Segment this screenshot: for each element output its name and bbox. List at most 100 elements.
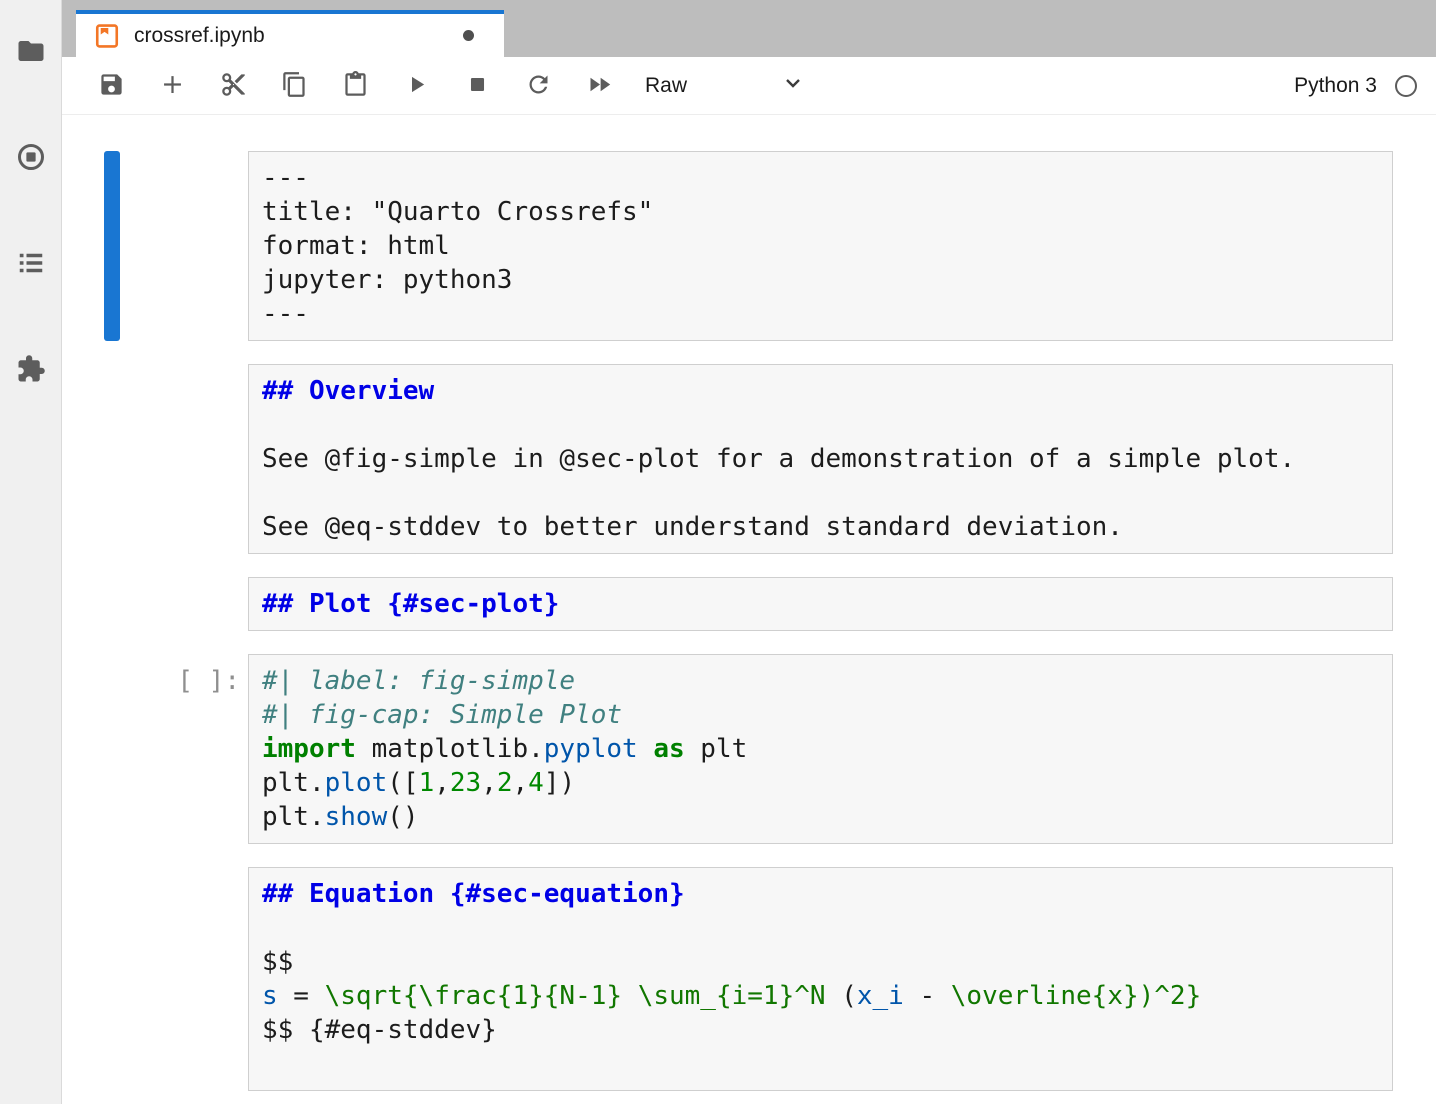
code-token: title: "Quarto Crossrefs" <box>262 197 653 227</box>
notebook-cells: --- title: "Quarto Crossrefs" format: html… <box>62 115 1436 1104</box>
cell-type-dropdown[interactable]: Raw <box>645 71 805 101</box>
sidebar-item-extension-manager[interactable] <box>13 352 49 388</box>
cell-editor[interactable]: ## Plot {#sec-plot} <box>248 577 1393 631</box>
kernel-status-icon[interactable] <box>1395 75 1417 97</box>
cell-prompt <box>120 364 248 554</box>
plus-icon <box>159 71 186 101</box>
code-line: format: html <box>262 229 1386 263</box>
code-token: plt. <box>262 802 325 832</box>
folder-icon <box>16 36 46 69</box>
code-line: ## Overview <box>262 374 1386 408</box>
list-icon <box>16 248 46 281</box>
cell-collapser[interactable] <box>104 151 120 341</box>
notebook-cell-markdown: ## Equation {#sec-equation} $$s = \sqrt{… <box>104 867 1393 1091</box>
cell-editor[interactable]: ## Equation {#sec-equation} $$s = \sqrt{… <box>248 867 1393 1091</box>
code-token: \overline{x})^2} <box>951 981 1201 1011</box>
code-token: 2 <box>497 768 513 798</box>
cell-collapser[interactable] <box>104 654 120 844</box>
code-token: ## Overview <box>262 376 434 406</box>
code-token: See @eq-stddev to better understand stan… <box>262 512 1123 542</box>
scissors-icon <box>220 71 247 101</box>
cell-prompt <box>120 151 248 341</box>
code-token: - <box>904 981 951 1011</box>
copy-cells-button[interactable] <box>279 71 309 101</box>
tab-crossref-ipynb[interactable]: crossref.ipynb <box>76 10 504 57</box>
unsaved-indicator[interactable] <box>463 30 474 41</box>
cell-collapser[interactable] <box>104 577 120 631</box>
code-token: plot <box>325 768 388 798</box>
interrupt-kernel-button[interactable] <box>462 71 492 101</box>
notebook-icon <box>94 23 120 49</box>
code-token: s <box>262 981 278 1011</box>
code-token: 1 <box>419 768 435 798</box>
code-line <box>262 476 1386 510</box>
code-token: #| label: fig-simple <box>262 666 575 696</box>
sidebar-item-file-browser[interactable] <box>13 34 49 70</box>
code-token: ([ <box>387 768 418 798</box>
paste-cells-button[interactable] <box>340 71 370 101</box>
code-line: title: "Quarto Crossrefs" <box>262 195 1386 229</box>
code-token: pyplot <box>544 734 638 764</box>
code-token: $$ <box>262 947 293 977</box>
code-token: See @fig-simple in @sec-plot for a demon… <box>262 444 1295 474</box>
cell-prompt: [ ]: <box>120 654 248 844</box>
code-token: , <box>513 768 529 798</box>
code-line <box>262 408 1386 442</box>
code-line: #| fig-cap: Simple Plot <box>262 698 1386 732</box>
code-token: () <box>387 802 418 832</box>
cell-editor[interactable]: --- title: "Quarto Crossrefs" format: html… <box>248 151 1393 341</box>
cell-editor[interactable]: ## Overview See @fig-simple in @sec-plot… <box>248 364 1393 554</box>
code-token: ]) <box>544 768 575 798</box>
run-cell-button[interactable] <box>401 71 431 101</box>
chevron-down-icon <box>781 71 805 101</box>
code-line: See @fig-simple in @sec-plot for a demon… <box>262 442 1386 476</box>
code-token: \sqrt{\frac{1}{N-1} \sum_{i=1}^N <box>325 981 842 1011</box>
code-token: --- <box>262 163 309 193</box>
code-line: plt.plot([1,23,2,4]) <box>262 766 1386 800</box>
cell-editor[interactable]: #| label: fig-simple#| fig-cap: Simple P… <box>248 654 1393 844</box>
sidebar-item-table-of-contents[interactable] <box>13 246 49 282</box>
sidebar-item-running-sessions[interactable] <box>13 140 49 176</box>
save-button[interactable] <box>96 71 126 101</box>
cell-type-value: Raw <box>645 74 687 98</box>
code-token: $$ {#eq-stddev} <box>262 1015 497 1045</box>
notebook-cell-code: [ ]:#| label: fig-simple#| fig-cap: Simp… <box>104 654 1393 844</box>
code-token: show <box>325 802 388 832</box>
clipboard-icon <box>342 71 369 101</box>
insert-cell-button[interactable] <box>157 71 187 101</box>
code-token: = <box>278 981 325 1011</box>
kernel-indicator: Python 3 <box>1294 74 1417 98</box>
save-icon <box>98 71 125 101</box>
code-line: --- <box>262 297 1386 331</box>
code-token <box>638 734 654 764</box>
restart-kernel-button[interactable] <box>523 71 553 101</box>
code-line <box>262 1047 1386 1081</box>
stop-circle-icon <box>16 142 46 175</box>
restart-run-all-button[interactable] <box>584 71 614 101</box>
cell-collapser[interactable] <box>104 867 120 1091</box>
code-token: , <box>481 768 497 798</box>
code-line: $$ <box>262 945 1386 979</box>
code-token: ## Equation {#sec-equation} <box>262 879 685 909</box>
code-line: plt.show() <box>262 800 1386 834</box>
puzzle-icon <box>16 354 46 387</box>
code-line: import matplotlib.pyplot as plt <box>262 732 1386 766</box>
cell-prompt <box>120 577 248 631</box>
play-icon <box>403 71 430 101</box>
notebook-toolbar: Raw Python 3 <box>62 57 1436 115</box>
stop-icon <box>464 71 491 101</box>
code-token: format: html <box>262 231 450 261</box>
cut-cells-button[interactable] <box>218 71 248 101</box>
kernel-name[interactable]: Python 3 <box>1294 74 1377 98</box>
refresh-icon <box>525 71 552 101</box>
code-token: as <box>653 734 684 764</box>
tab-bar: crossref.ipynb <box>62 0 1436 57</box>
cell-collapser[interactable] <box>104 364 120 554</box>
code-token: 23 <box>450 768 481 798</box>
code-token: import <box>262 734 356 764</box>
code-line: --- <box>262 161 1386 195</box>
left-sidebar <box>0 0 62 1104</box>
code-line: s = \sqrt{\frac{1}{N-1} \sum_{i=1}^N (x_… <box>262 979 1386 1013</box>
code-line: $$ {#eq-stddev} <box>262 1013 1386 1047</box>
code-line: #| label: fig-simple <box>262 664 1386 698</box>
